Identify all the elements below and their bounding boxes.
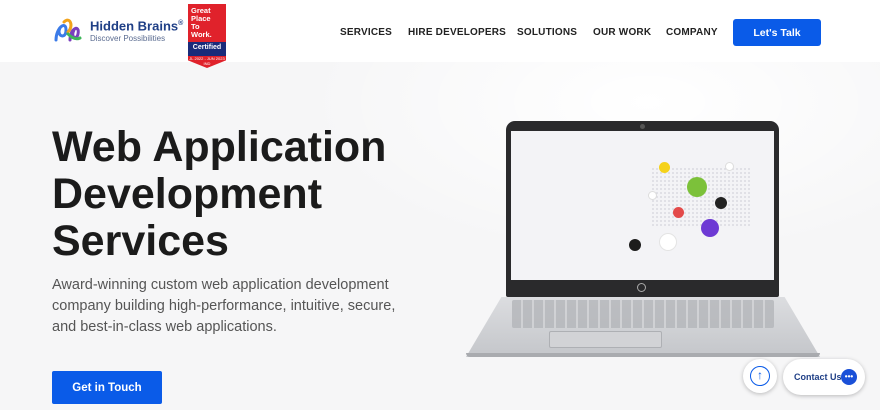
nav-hire-developers[interactable]: HIRE DEVELOPERS (408, 27, 506, 38)
laptop-screen (511, 131, 774, 280)
brand-logo[interactable]: Hidden Brains® Discover Possibilities (52, 14, 183, 46)
badge-certified: Certified (192, 44, 222, 51)
tech-logo-icon (648, 191, 657, 200)
site-header: Hidden Brains® Discover Possibilities Gr… (0, 0, 880, 68)
tech-logo-icon (673, 207, 684, 218)
badge-date: JL 2022 - JUN 2023 IND (189, 56, 225, 66)
title-line-1: Web Application (52, 123, 387, 171)
laptop-base-edge (466, 353, 820, 357)
page-title: Web Application Development Services (52, 124, 472, 265)
nav-our-work[interactable]: OUR WORK (593, 27, 651, 38)
laptop-keyboard (512, 300, 774, 328)
lets-talk-button[interactable]: Let's Talk (733, 19, 821, 46)
hero-subtitle: Award-winning custom web application dev… (52, 277, 396, 335)
nav-company[interactable]: COMPANY (666, 27, 718, 38)
hp-logo-icon (637, 283, 646, 292)
tech-logo-icon (715, 197, 727, 209)
contact-us-label: Contact Us (794, 372, 842, 382)
tech-logo-icon (659, 233, 677, 251)
tech-logo-icon (659, 162, 670, 173)
nav-services[interactable]: SERVICES (340, 27, 392, 38)
scroll-to-top-button[interactable]: ↑ (743, 359, 777, 393)
get-in-touch-button[interactable]: Get in Touch (52, 371, 162, 404)
title-line-3: Services (52, 217, 229, 265)
logo-name: Hidden Brains® (90, 18, 184, 34)
contact-us-button[interactable]: Contact Us ••• (783, 359, 865, 395)
tech-logo-icon (629, 239, 641, 251)
logo-icon (54, 18, 82, 42)
chat-icon: ••• (841, 369, 857, 385)
badge-line4: Work. (191, 30, 212, 39)
laptop-camera (640, 124, 645, 129)
tech-logo-icon (725, 162, 734, 171)
tech-logo-icon (687, 177, 707, 197)
nav-solutions[interactable]: SOLUTIONS (517, 27, 577, 38)
laptop-touchpad (549, 331, 662, 348)
world-map-dots (651, 167, 751, 227)
arrow-up-icon: ↑ (750, 366, 770, 386)
laptop-illustration (506, 121, 779, 297)
title-line-2: Development (52, 170, 323, 218)
tech-logo-icon (701, 219, 719, 237)
logo-tagline: Discover Possibilities (90, 33, 166, 43)
great-place-to-work-badge: Great Place To Work. Certified JL 2022 -… (188, 4, 226, 68)
